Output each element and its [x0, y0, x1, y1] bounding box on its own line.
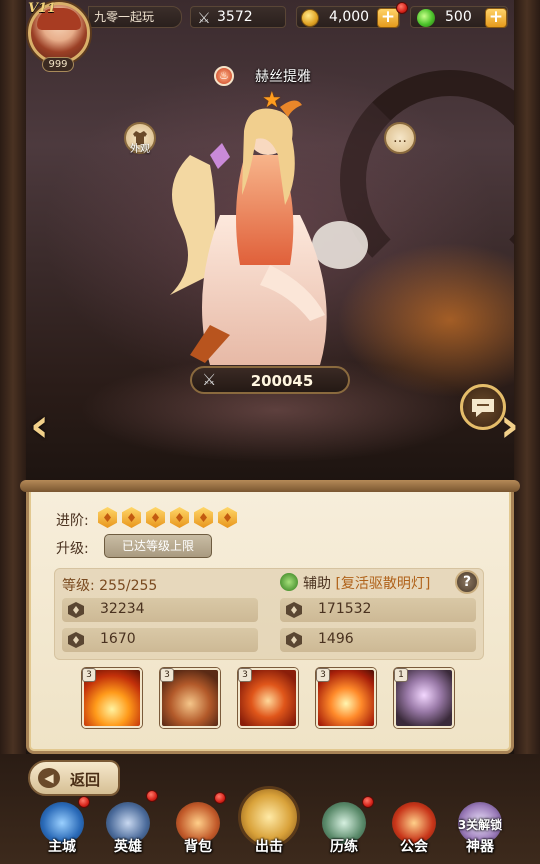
- max-level-button[interactable]: 已达等级上限: [104, 534, 212, 558]
- stat-speed: 1496: [280, 628, 476, 652]
- nav-label: 神器: [466, 839, 494, 855]
- speed-icon: [286, 632, 302, 648]
- speech-bubble-icon: …: [393, 130, 407, 146]
- stat-speed-value: 1496: [318, 631, 354, 647]
- stat-defense-value: 1670: [100, 631, 136, 647]
- combat-power-value: 200045: [250, 372, 314, 390]
- stat-hp-value: 32234: [100, 601, 145, 617]
- player-level-badge: 999: [42, 57, 74, 72]
- gold-coin-icon: [301, 9, 319, 27]
- gem-value: 500: [445, 9, 472, 25]
- nav-backpack[interactable]: 背包: [170, 800, 226, 860]
- hero-figure[interactable]: [150, 95, 380, 375]
- nav-label: 公会: [400, 839, 428, 855]
- stat-defense: 1670: [62, 628, 258, 652]
- player-power-pill: ⚔ 3572: [190, 6, 286, 28]
- combat-power-bar: ⚔ 200045: [190, 366, 350, 394]
- gold-value: 4,000: [329, 9, 370, 25]
- advance-gem-icon: [218, 507, 237, 528]
- help-button[interactable]: ?: [455, 570, 479, 594]
- player-power-value: 3572: [217, 9, 253, 25]
- advance-gem-icon: [194, 507, 213, 528]
- skill-list: 3 3 3 3 1: [82, 668, 462, 730]
- hp-icon: [68, 602, 84, 618]
- nav-label: 背包: [184, 839, 212, 855]
- defense-icon: [68, 632, 84, 648]
- stat-attack: 171532: [280, 598, 476, 622]
- vip-level: V11: [28, 1, 57, 16]
- player-name: 九零一起玩: [94, 10, 155, 24]
- advance-gem-icon: [98, 507, 117, 528]
- chat-bubble-icon: [472, 399, 494, 417]
- hero-voice-button[interactable]: [460, 384, 506, 430]
- left-frame: [0, 0, 26, 864]
- gold-notification-dot: [396, 2, 408, 14]
- nav-label: 英雄: [114, 839, 142, 855]
- nav-guild[interactable]: 公会: [386, 800, 442, 860]
- nav-training[interactable]: 历练: [316, 800, 372, 860]
- role-name: 辅助: [303, 576, 331, 592]
- skill-level-badge: 3: [82, 668, 96, 682]
- hero-role: 辅助 [复活驱散明灯]: [303, 573, 430, 593]
- gold-pill: 4,000 +: [296, 6, 400, 28]
- nav-label: 历练: [330, 839, 358, 855]
- potion-icon: [417, 9, 435, 27]
- skill-slot-3[interactable]: 3: [238, 668, 298, 728]
- crossed-swords-icon: ⚔: [202, 370, 217, 389]
- attack-icon: [286, 602, 302, 618]
- add-gold-button[interactable]: +: [377, 8, 399, 28]
- advance-gem-icon: [170, 507, 189, 528]
- skill-level-badge: 3: [238, 668, 252, 682]
- skill-slot-2[interactable]: 3: [160, 668, 220, 728]
- advance-gem-icon: [146, 507, 165, 528]
- nav-battle[interactable]: 出击: [236, 786, 302, 860]
- back-arrow-icon: ◀: [38, 768, 60, 788]
- heroes-notification-dot: [146, 790, 158, 802]
- level-label: 等级:: [62, 578, 95, 594]
- add-gems-button[interactable]: +: [485, 8, 507, 28]
- gem-pill: 500 +: [410, 6, 508, 28]
- hero-name: 赫丝提雅: [255, 69, 311, 85]
- upgrade-label: 升级:: [56, 541, 89, 557]
- level-value: 255/255: [99, 578, 158, 594]
- nav-main-city[interactable]: 主城: [34, 800, 90, 860]
- back-button[interactable]: ◀ 返回: [28, 760, 120, 796]
- player-name-pill: 九零一起玩: [88, 6, 182, 28]
- stat-hp: 32234: [62, 598, 258, 622]
- previous-hero-arrow[interactable]: ‹: [30, 398, 49, 452]
- panel-top-rail: [20, 480, 520, 492]
- stat-attack-value: 171532: [318, 601, 372, 617]
- hero-dialogue-button[interactable]: …: [384, 122, 416, 154]
- nav-label: 出击: [255, 839, 283, 855]
- advance-label: 进阶:: [56, 513, 89, 529]
- main-city-notification-dot: [78, 796, 90, 808]
- support-role-icon: [280, 573, 298, 591]
- skill-level-badge: 3: [316, 668, 330, 682]
- crossed-swords-icon: ⚔: [197, 9, 211, 27]
- skill-level-badge: 1: [394, 668, 408, 682]
- nav-heroes[interactable]: 英雄: [100, 800, 156, 860]
- advance-gem-icon: [122, 507, 141, 528]
- backpack-notification-dot: [214, 792, 226, 804]
- hero-level: 等级: 255/255: [62, 575, 157, 595]
- skill-slot-1[interactable]: 3: [82, 668, 142, 728]
- skill-level-badge: 3: [160, 668, 174, 682]
- artifact-unlock-tag: 3关解锁: [457, 818, 503, 832]
- skill-slot-4[interactable]: 3: [316, 668, 376, 728]
- role-skill: [复活驱散明灯]: [335, 576, 431, 592]
- training-notification-dot: [362, 796, 374, 808]
- advance-stars: [98, 507, 237, 528]
- nav-label: 主城: [48, 839, 76, 855]
- skill-slot-5[interactable]: 1: [394, 668, 454, 728]
- back-label: 返回: [70, 771, 101, 789]
